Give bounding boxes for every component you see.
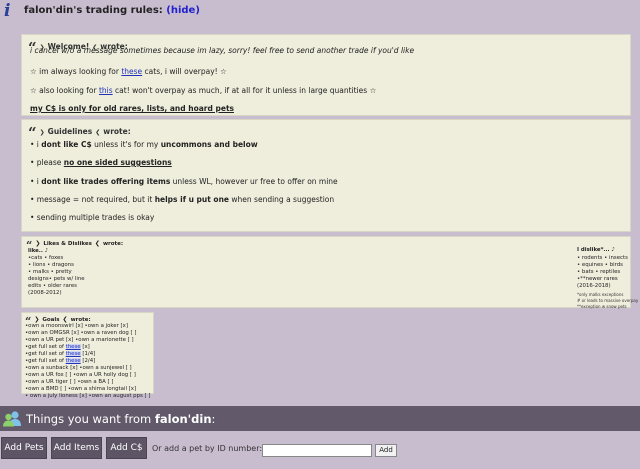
guideline-2: • please no one sided suggestions (30, 158, 172, 167)
welcome-quote: “❯ Welcome! ❮ wrote: i cancel w/o a message… (21, 34, 631, 116)
dislike-note: **exception w snow pets (577, 304, 627, 309)
goal-item: •own a BMD [ ] •own a shima longtail [x] (25, 386, 137, 392)
arrow-icon: ❮ (95, 129, 101, 136)
like-item: •cats • foxes (28, 255, 64, 261)
goal-set-link[interactable]: these (65, 358, 81, 364)
likes-list: •cats • foxes • lions • dragons • malks … (28, 255, 85, 297)
info-icon: i (4, 1, 11, 21)
things-you-want-title: Things you want from falon'din: (26, 412, 216, 426)
goal-item: •get full set of these [2/4] (25, 358, 96, 364)
like-item: designs• pets w/ line (28, 276, 85, 282)
rules-title: falon'din's trading rules: (hide) (24, 5, 200, 16)
like-item: edits • older rares (28, 283, 77, 289)
welcome-line-3: ☆ also looking for this cat! won't overp… (30, 86, 377, 95)
goal-item: •own a moonswirl [x] •own a joker [x] (25, 323, 128, 329)
goals-quote: “❯ Goals ❮ wrote: •own a moonswirl [x] •own… (21, 312, 154, 399)
goal-item: •get full set of these [x] (25, 344, 90, 350)
goal-set-link[interactable]: these (65, 344, 81, 350)
like-item: • malks • pretty (28, 269, 72, 275)
dislike-item: • rodents • insects (577, 255, 628, 261)
goal-item: •own a UR tiger [ ] •own a BA [ ] (25, 379, 114, 385)
dislike-item: (2016-2018) (577, 283, 611, 289)
guideline-5: • sending multiple trades is okay (30, 213, 155, 222)
add-pets-button[interactable]: Add Pets (1, 437, 47, 459)
these-cats-link[interactable]: these (121, 67, 142, 76)
users-icon (3, 411, 21, 427)
guideline-4: • message = not required, but it helps i… (30, 195, 335, 204)
arrow-icon: ❯ (35, 240, 41, 247)
arrow-icon: ❮ (94, 240, 100, 247)
things-you-want-bar: Things you want from falon'din: (0, 406, 640, 431)
dislike-item: •**newer rares (577, 276, 618, 282)
goal-item: •own an OMGSR [x] •own a raven dog [ ] (25, 330, 137, 336)
arrow-icon: ❮ (62, 316, 68, 323)
welcome-line-2: ☆ im always looking for these cats, i wi… (30, 67, 227, 76)
arrow-icon: ❯ (39, 129, 45, 136)
this-cat-link[interactable]: this (99, 86, 113, 95)
guideline-3: • i dont like trades offering items unle… (30, 177, 338, 186)
like-item: • lions • dragons (28, 262, 74, 268)
add-by-id-label: Or add a pet by ID number: (152, 444, 263, 453)
welcome-line-1: i cancel w/o a message sometimes because… (30, 46, 415, 55)
goal-item: •own a UR pet [x] •own a marionette [ ] (25, 337, 134, 343)
arrow-icon: ❯ (34, 316, 40, 323)
like-item: (2008-2012) (28, 290, 62, 296)
goal-item: •own a UR fox [ ] •own a UR holly dog [ … (25, 372, 136, 378)
goal-item: •own a sunback [x] •own a sunjewel [ ] (25, 365, 132, 371)
welcome-line-4: my C$ is only for old rares, lists, and … (30, 104, 234, 113)
goal-item: •get full set of these [1/4] (25, 351, 96, 357)
likes-dislikes-quote: “❯ Likes & Dislikes ❮ wrote: like.. ♪ •cats… (21, 236, 638, 309)
guidelines-quote: “❯ Guidelines ❮ wrote: • i dont like C$ unl… (21, 119, 631, 232)
rules-panel: “❯ Welcome! ❮ wrote: i cancel w/o a message… (15, 26, 638, 399)
goal-set-link[interactable]: these (65, 351, 81, 357)
dislikes-title: I dislike*... ♪ (577, 247, 615, 253)
dislikes-list: • rodents • insects • equines • birds • … (577, 255, 638, 310)
hide-rules-link[interactable]: (hide) (166, 5, 200, 16)
add-offer-row: Add Pets Add Items Add C$ Or add a pet b… (0, 437, 640, 461)
dislike-item: • equines • birds (577, 262, 623, 268)
guideline-1: • i dont like C$ unless it's for my unco… (30, 140, 258, 149)
goals-list: •own a moonswirl [x] •own a joker [x] •o… (25, 323, 150, 400)
add-by-id-button[interactable]: Add (375, 444, 397, 457)
add-cs-button[interactable]: Add C$ (106, 437, 147, 459)
pet-id-input[interactable] (262, 444, 372, 457)
likes-title: like.. ♪ (28, 248, 49, 254)
add-items-button[interactable]: Add Items (51, 437, 102, 459)
goal-item: • own a july lioness [x] •own an august … (25, 393, 151, 399)
rules-header: i falon'din's trading rules: (hide) (0, 0, 640, 22)
dislike-item: • bats • reptiles (577, 269, 621, 275)
